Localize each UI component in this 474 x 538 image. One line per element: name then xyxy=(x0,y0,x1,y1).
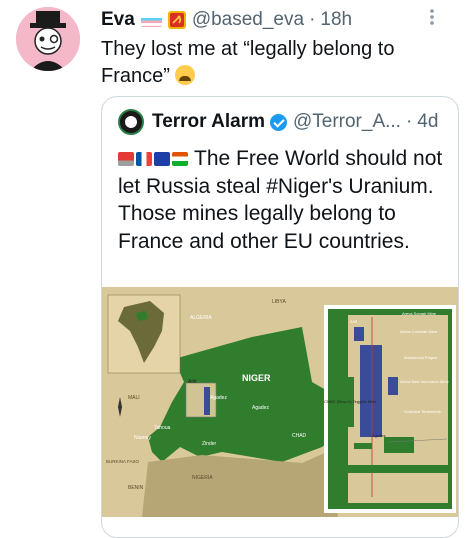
label-chad: CHAD xyxy=(292,433,307,439)
label-areva-cominak: Areva Cominak Mine xyxy=(400,329,438,334)
niger-uranium-map[interactable]: LIBYA ALGERIA NIGER MALI Arlit Agadez Ag… xyxy=(102,287,458,517)
eu-flag-icon xyxy=(154,152,170,166)
author-name[interactable]: Eva xyxy=(101,8,135,32)
label-cnnc: CNNC (Sino-U) Teggida Mine xyxy=(324,399,377,404)
quoted-tweet-text: The Free World should not let Russia ste… xyxy=(118,145,448,255)
avatar[interactable] xyxy=(16,7,80,71)
label-benin: BENIN xyxy=(128,485,144,491)
label-niger: NIGER xyxy=(242,373,271,383)
label-areva-somair: Areva Somair Mine xyxy=(402,311,437,316)
quoted-tweet-header: Terror Alarm @Terror_A... · 4d xyxy=(118,109,438,135)
trans-flag-icon xyxy=(140,14,162,27)
separator-dot: · xyxy=(405,111,413,132)
label-tahoua: Tahoua xyxy=(154,425,171,431)
label-arlit-inset: Arlit xyxy=(350,319,358,324)
label-nigeria: NIGERIA xyxy=(192,475,213,481)
separator-dot: · xyxy=(309,9,316,30)
cartoon-avatar-icon xyxy=(16,7,80,71)
label-mali: MALI xyxy=(128,395,140,401)
tweet-text: They lost me at “legally belong to Franc… xyxy=(101,36,441,90)
label-agadez-region: Agadez xyxy=(252,405,269,411)
label-agadez-inset: Agadez xyxy=(372,433,386,438)
tweet-time[interactable]: 18h xyxy=(320,8,352,32)
terror-alarm-avatar[interactable] xyxy=(118,109,144,135)
label-algeria: ALGERIA xyxy=(190,315,212,321)
label-agadez: Agadez xyxy=(210,395,227,401)
label-madaouela: Madaouela Project xyxy=(404,355,438,360)
label-zinder: Zinder xyxy=(202,441,217,447)
label-libya: LIBYA xyxy=(272,299,286,305)
police-light-icon xyxy=(118,152,134,166)
author-handle[interactable]: @based_eva xyxy=(192,8,304,32)
more-horizontal-icon[interactable] xyxy=(429,8,435,29)
quoted-tweet-time[interactable]: 4d xyxy=(417,111,438,133)
label-niamey: Niamey xyxy=(134,435,151,441)
label-arlit: Arlit xyxy=(188,379,197,385)
crying-face-icon xyxy=(175,65,196,85)
label-areva-new: Areva New Imouraren Mine xyxy=(400,379,449,384)
tweet-text-content: They lost me at “legally belong to Franc… xyxy=(101,38,395,87)
hammer-sickle-icon xyxy=(167,11,186,29)
quoted-author-name[interactable]: Terror Alarm xyxy=(152,111,265,133)
quoted-tweet[interactable]: Terror Alarm @Terror_A... · 4d The Free … xyxy=(101,96,459,538)
tweet-header: Eva @based_eva · 18h xyxy=(101,8,352,32)
quoted-author-handle[interactable]: @Terror_A... xyxy=(293,111,401,133)
france-flag-icon xyxy=(136,152,152,166)
label-burkina: BURKINA FASO xyxy=(106,459,140,464)
niger-flag-icon xyxy=(172,152,188,166)
verified-badge-icon xyxy=(269,113,287,131)
label-southern: Southern Tenements xyxy=(404,409,441,414)
